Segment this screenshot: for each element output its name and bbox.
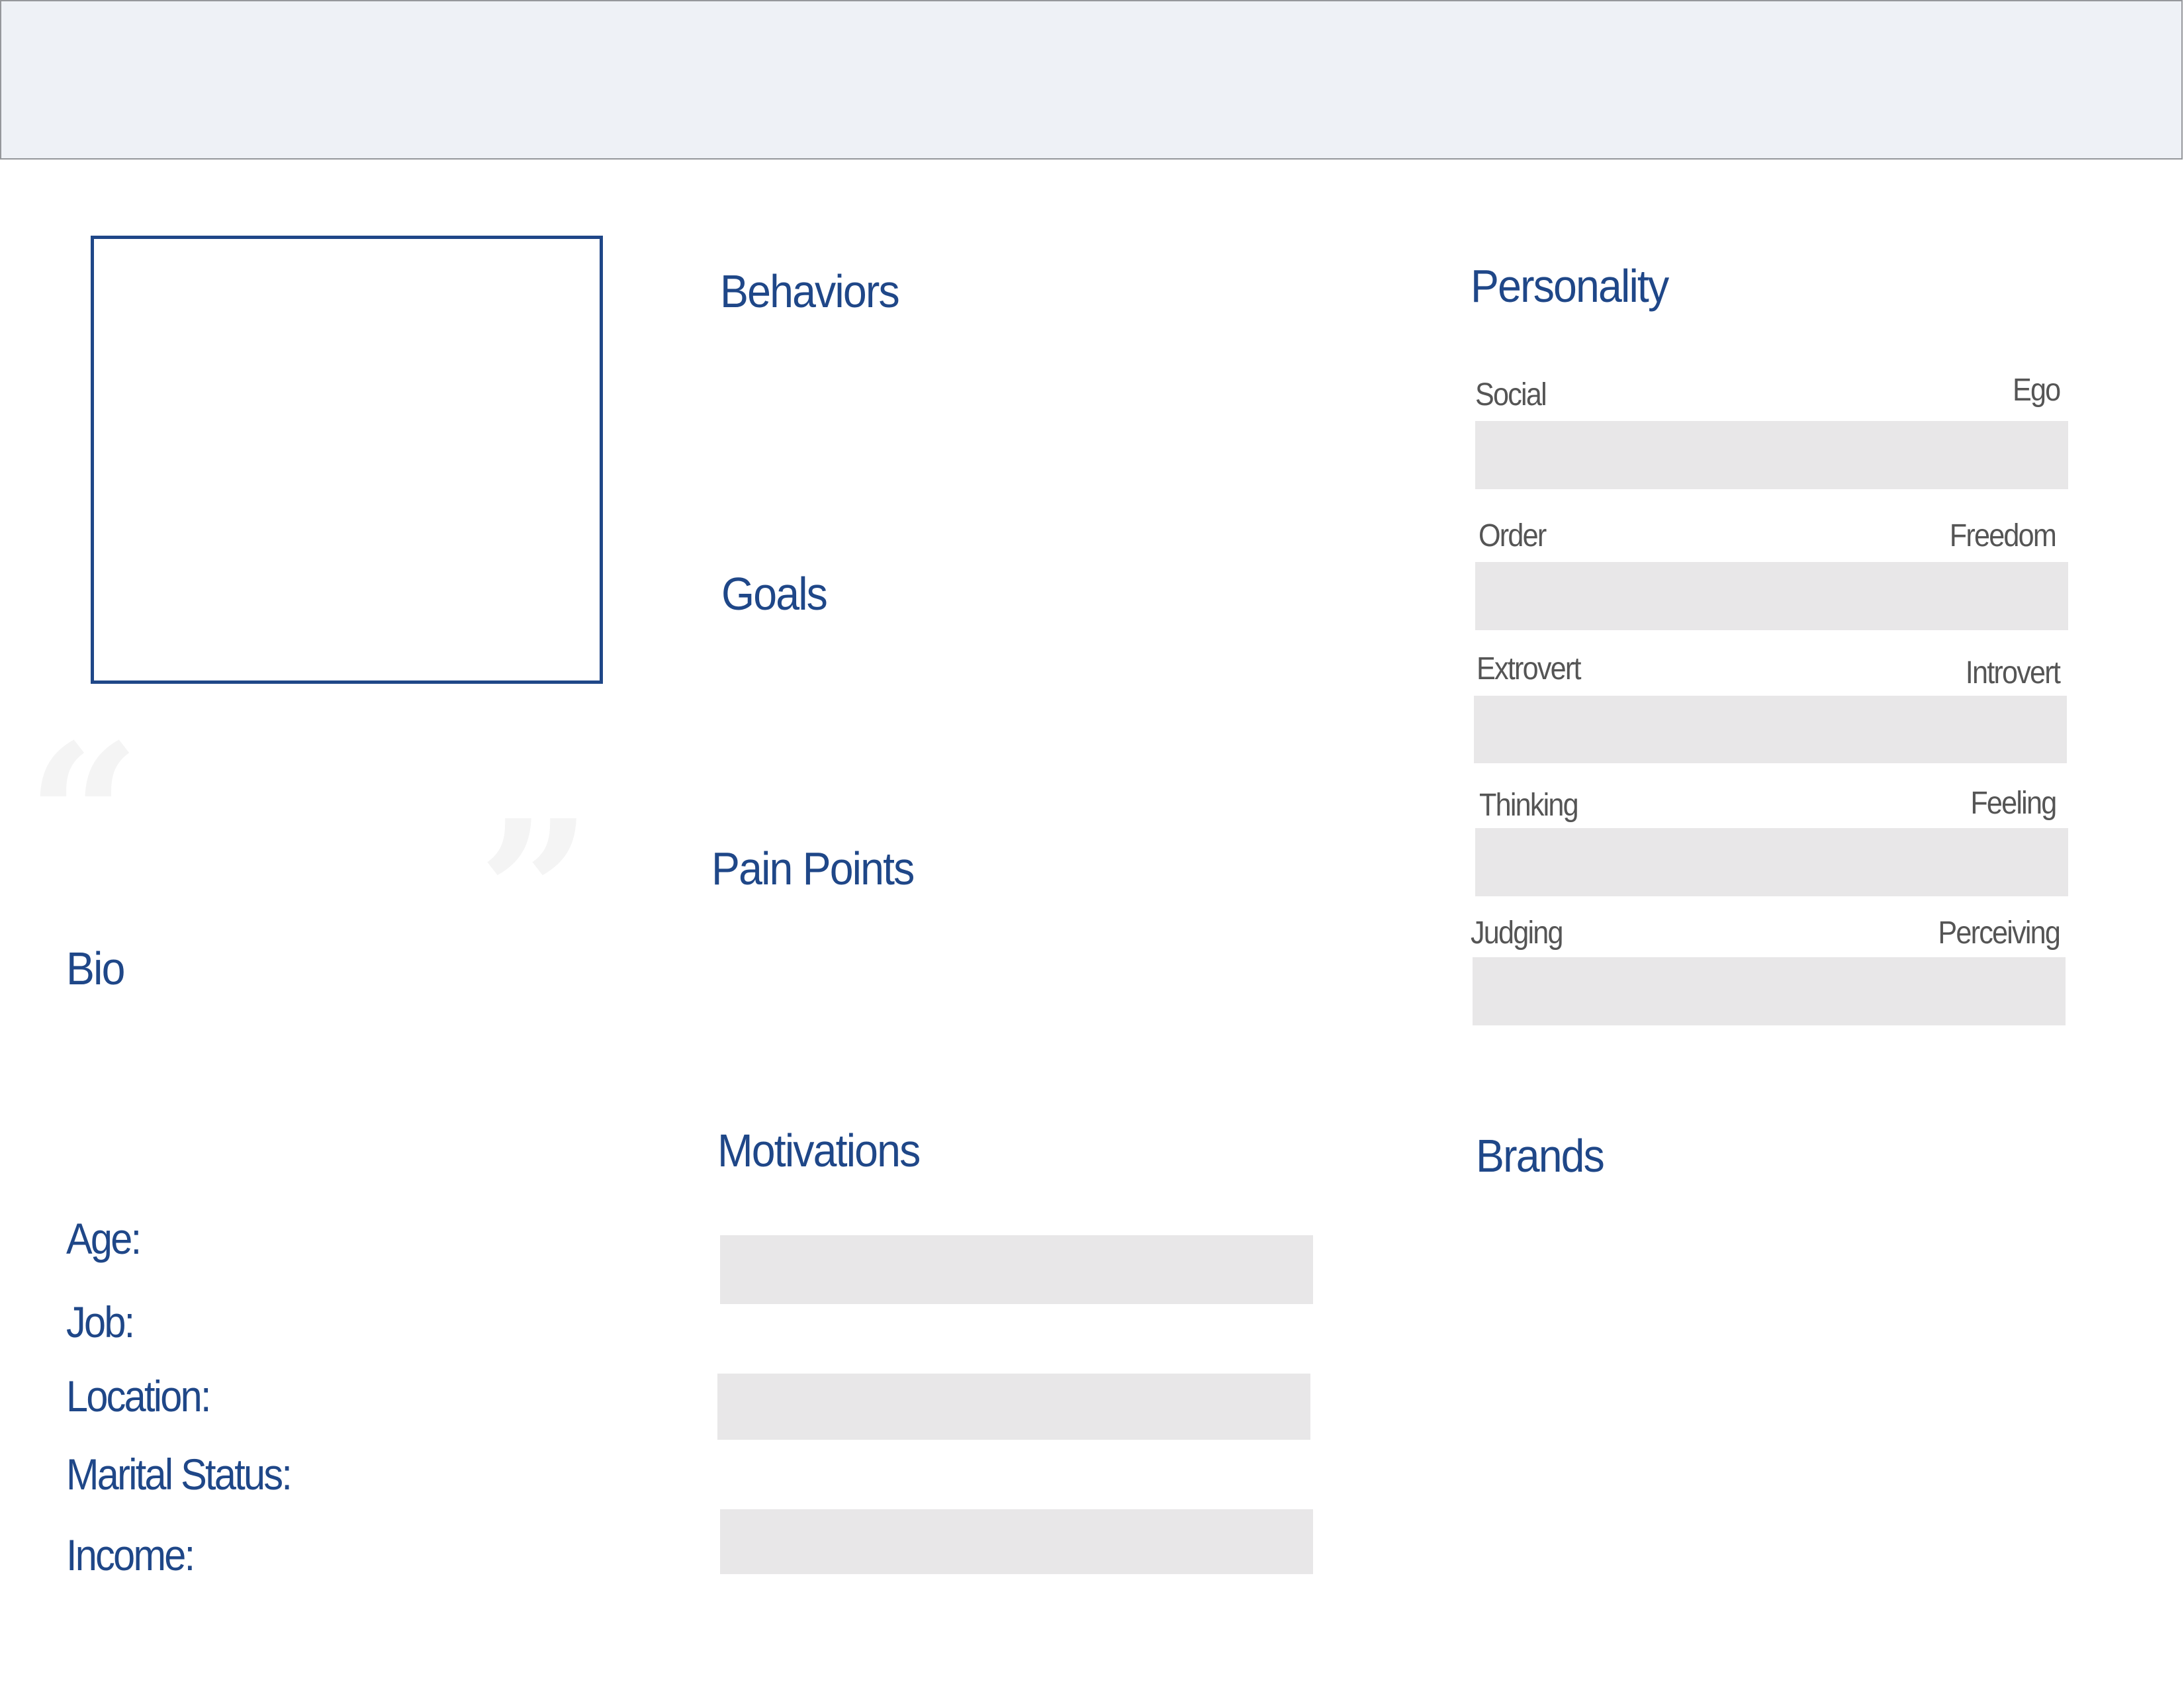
pain-points-heading: Pain Points [711, 843, 915, 894]
age-label: Age: [66, 1214, 142, 1263]
trait-scale-bar[interactable] [1475, 828, 2068, 896]
brands-heading: Brands [1476, 1130, 1605, 1182]
trait-left-label: Extrovert [1477, 651, 1581, 686]
trait-right-label: Freedom [1949, 518, 2057, 553]
trait-left-label: Judging [1471, 915, 1564, 951]
bio-heading: Bio [66, 943, 125, 994]
motivation-bar[interactable] [720, 1235, 1313, 1304]
trait-right-label: Introvert [1965, 655, 2061, 690]
trait-scale-bar[interactable] [1475, 421, 2068, 489]
goals-heading: Goals [721, 568, 828, 620]
trait-left-label: Order [1479, 518, 1547, 553]
trait-scale-bar[interactable] [1475, 562, 2068, 630]
behaviors-heading: Behaviors [720, 265, 900, 317]
job-label: Job: [66, 1297, 135, 1346]
trait-right-label: Ego [2012, 373, 2061, 408]
trait-right-label: Perceiving [1938, 915, 2060, 951]
photo-placeholder[interactable] [91, 236, 603, 684]
open-quote-icon: “ [26, 700, 141, 934]
motivation-bar[interactable] [717, 1374, 1310, 1440]
marital-status-label: Marital Status: [66, 1450, 293, 1499]
header-band [0, 0, 2183, 160]
motivation-bar[interactable] [720, 1509, 1313, 1574]
close-quote-icon: ” [478, 776, 592, 1010]
motivations-heading: Motivations [717, 1125, 921, 1176]
trait-right-label: Feeling [1970, 786, 2057, 821]
trait-left-label: Social [1475, 377, 1547, 412]
location-label: Location: [66, 1372, 211, 1421]
income-label: Income: [66, 1530, 195, 1579]
personality-heading: Personality [1471, 260, 1669, 312]
trait-scale-bar[interactable] [1474, 696, 2067, 763]
trait-left-label: Thinking [1479, 788, 1579, 823]
trait-scale-bar[interactable] [1473, 957, 2066, 1025]
